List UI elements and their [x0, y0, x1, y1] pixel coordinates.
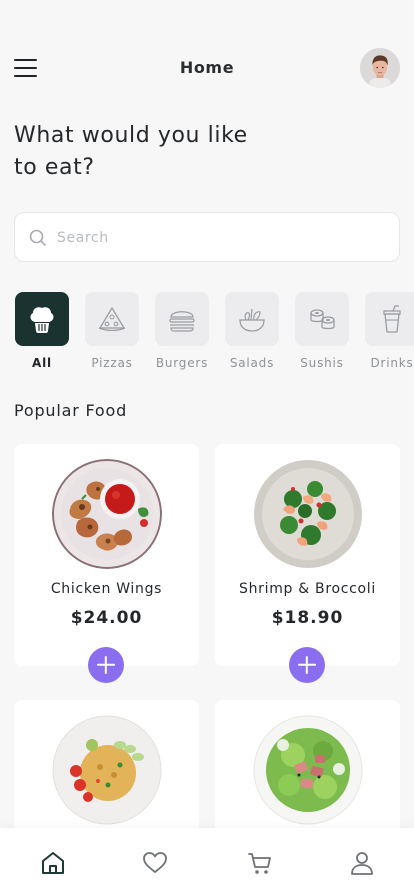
burger-icon — [169, 311, 195, 332]
nav-profile[interactable] — [349, 850, 375, 876]
category-list: All Pizzas Burgers Salads Sushis Drinks — [14, 292, 414, 372]
food-name: Chicken Wings — [50, 581, 163, 597]
nav-home[interactable] — [40, 850, 66, 876]
sushi-icon — [310, 309, 335, 330]
nav-favorites[interactable] — [142, 850, 168, 876]
food-card-chicken-wings[interactable]: Chicken Wings $24.00 — [14, 444, 199, 666]
category-all[interactable]: All — [14, 292, 70, 370]
category-salads[interactable]: Salads — [224, 292, 280, 370]
home-icon — [42, 852, 64, 874]
chef-hat-icon — [30, 307, 54, 333]
category-label: All — [32, 356, 52, 370]
heart-icon — [143, 852, 167, 873]
food-image-fried-rice — [52, 715, 162, 825]
category-label: Salads — [229, 356, 275, 370]
category-drinks[interactable]: Drinks — [364, 292, 414, 370]
food-card-shrimp-broccoli[interactable]: Shrimp & Broccoli $18.90 — [215, 444, 400, 666]
nav-cart[interactable] — [247, 850, 273, 876]
search-bar[interactable] — [14, 212, 400, 262]
add-to-cart-button[interactable] — [289, 647, 325, 683]
pizza-slice-icon — [98, 307, 126, 332]
search-icon — [29, 229, 46, 246]
drink-cup-icon — [383, 305, 401, 333]
food-price: $18.90 — [271, 608, 344, 628]
category-label: Burgers — [155, 356, 209, 370]
category-label: Drinks — [370, 356, 414, 370]
add-to-cart-button[interactable] — [88, 647, 124, 683]
profile-icon — [351, 852, 373, 875]
salad-bowl-icon — [239, 308, 265, 332]
bottom-navigation — [0, 828, 414, 896]
category-pizzas[interactable]: Pizzas — [84, 292, 140, 370]
food-image-shrimp-broccoli — [254, 460, 362, 568]
section-title: Popular Food — [14, 401, 128, 420]
category-label: Pizzas — [91, 356, 133, 370]
food-image-chicken-wings — [52, 459, 162, 569]
food-price: $24.00 — [70, 608, 143, 628]
category-burgers[interactable]: Burgers — [154, 292, 210, 370]
page-title: Home — [179, 58, 235, 77]
search-input[interactable] — [57, 225, 377, 251]
category-sushis[interactable]: Sushis — [294, 292, 350, 370]
headline: What would you like to eat? — [14, 123, 248, 180]
food-name: Shrimp & Broccoli — [238, 581, 376, 597]
food-image-tuna-salad — [253, 715, 363, 825]
cart-icon — [248, 853, 271, 874]
user-avatar[interactable] — [360, 48, 400, 88]
category-label: Sushis — [300, 356, 344, 370]
top-bar: Home — [0, 44, 414, 92]
